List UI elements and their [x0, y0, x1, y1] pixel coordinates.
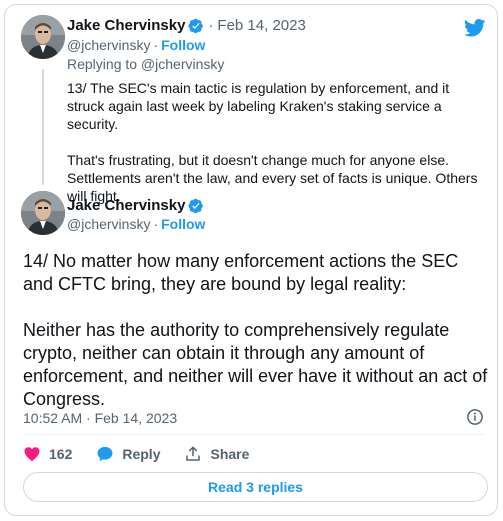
replying-to[interactable]: Replying to @jchervinsky [67, 56, 224, 72]
author-name[interactable]: Jake Chervinsky [67, 17, 185, 34]
verified-badge-icon [188, 18, 204, 34]
author-handle[interactable]: @jchervinsky [67, 216, 150, 232]
quoted-tweet-text: 13/ The SEC's main tactic is regulation … [67, 79, 487, 205]
share-button[interactable]: Share [184, 445, 249, 463]
avatar[interactable] [21, 191, 65, 235]
separator-dot: · [153, 216, 159, 232]
like-count: 162 [49, 446, 73, 462]
avatar[interactable] [21, 15, 65, 59]
tweet-paragraph: 14/ No matter how many enforcement actio… [23, 251, 459, 294]
separator-dot: · [153, 37, 159, 53]
thread-line [42, 69, 44, 185]
tweet-timestamp[interactable]: 10:52 AM · Feb 14, 2023 [23, 410, 177, 426]
heart-icon [24, 447, 40, 462]
main-tweet-text: 14/ No matter how many enforcement actio… [23, 250, 493, 411]
share-icon [186, 446, 201, 461]
tweet-embed-card: Jake Chervinsky · Feb 14, 2023 @jchervin… [4, 4, 498, 516]
share-label: Share [210, 446, 250, 462]
tweet-paragraph: Neither has the authority to comprehensi… [23, 320, 488, 409]
verified-badge-icon [188, 198, 204, 214]
separator-dot: · [208, 17, 214, 34]
info-icon[interactable] [466, 408, 484, 431]
follow-button[interactable]: Follow [161, 37, 205, 53]
reply-label: Reply [122, 446, 161, 462]
twitter-bird-icon[interactable] [463, 19, 486, 42]
like-button[interactable]: 162 [23, 445, 72, 463]
author-handle[interactable]: @jchervinsky [67, 37, 150, 53]
tweet-paragraph: 13/ The SEC's main tactic is regulation … [67, 80, 454, 132]
read-replies-button[interactable]: Read 3 replies [23, 472, 488, 502]
reply-button[interactable]: Reply [96, 445, 160, 463]
action-bar: 162 Reply Share [23, 445, 273, 463]
reply-bubble-icon [97, 446, 113, 462]
author-name[interactable]: Jake Chervinsky [67, 197, 185, 214]
follow-button[interactable]: Follow [161, 216, 205, 232]
divider [23, 434, 485, 435]
tweet-date[interactable]: Feb 14, 2023 [217, 17, 305, 34]
